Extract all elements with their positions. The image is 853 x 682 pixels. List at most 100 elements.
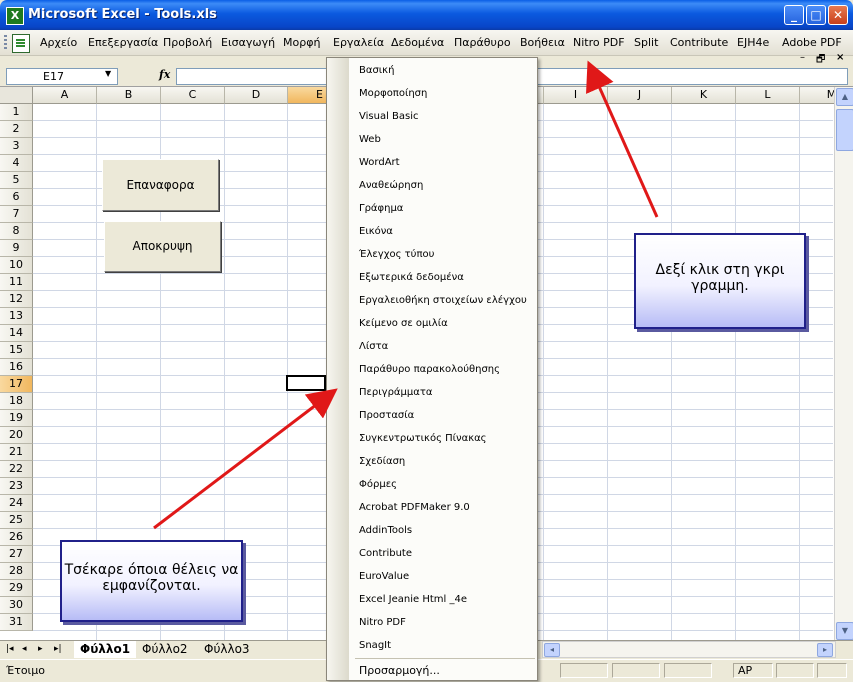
row-header-5[interactable]: 5 <box>0 172 33 189</box>
toolbar-menu-item[interactable]: AddinTools <box>359 525 412 536</box>
close-button[interactable]: ✕ <box>828 5 848 25</box>
row-header-23[interactable]: 23 <box>0 478 33 495</box>
scroll-down-icon[interactable]: ▼ <box>836 622 853 640</box>
row-header-16[interactable]: 16 <box>0 359 33 376</box>
row-header-1[interactable]: 1 <box>0 104 33 121</box>
toolbar-menu-item[interactable]: Έλεγχος τύπου <box>359 249 434 260</box>
row-header-17[interactable]: 17 <box>0 376 33 393</box>
doc-minimize-button[interactable]: – <box>800 52 805 63</box>
toolbar-menu-item[interactable]: WordArt <box>359 157 400 168</box>
row-header-27[interactable]: 27 <box>0 546 33 563</box>
menu-view[interactable]: Προβολή <box>163 36 212 49</box>
toolbar-menu-item[interactable]: Εργαλειοθήκη στοιχείων ελέγχου <box>359 295 527 306</box>
row-header-2[interactable]: 2 <box>0 121 33 138</box>
name-box[interactable]: E17 ▼ <box>6 68 118 85</box>
toolbar-menu-item[interactable]: Visual Basic <box>359 111 419 122</box>
column-header-k[interactable]: K <box>672 87 736 104</box>
menu-contribute[interactable]: Contribute <box>670 36 728 49</box>
menu-split[interactable]: Split <box>634 36 658 49</box>
column-header-m[interactable]: M <box>800 87 834 104</box>
row-header-12[interactable]: 12 <box>0 291 33 308</box>
menu-nitro-pdf[interactable]: Nitro PDF <box>573 36 625 49</box>
row-header-3[interactable]: 3 <box>0 138 33 155</box>
toolbar-menu-item[interactable]: Λίστα <box>359 341 388 352</box>
toolbar-menu-item[interactable]: Excel Jeanie Html _4e <box>359 594 467 605</box>
sheet-tab-2[interactable]: Φύλλο2 <box>142 641 188 658</box>
scroll-thumb[interactable] <box>836 109 853 151</box>
row-header-15[interactable]: 15 <box>0 342 33 359</box>
minimize-button[interactable]: _ <box>784 5 804 25</box>
row-header-22[interactable]: 22 <box>0 461 33 478</box>
menu-insert[interactable]: Εισαγωγή <box>221 36 275 49</box>
workbook-icon[interactable] <box>12 34 30 53</box>
row-header-26[interactable]: 26 <box>0 529 33 546</box>
column-header-j[interactable]: J <box>608 87 672 104</box>
row-header-21[interactable]: 21 <box>0 444 33 461</box>
next-sheet-button[interactable]: ▸ <box>38 644 43 654</box>
sheet-tab-3[interactable]: Φύλλο3 <box>204 641 250 658</box>
toolbar-menu-item[interactable]: Φόρμες <box>359 479 397 490</box>
chevron-down-icon[interactable]: ▼ <box>105 69 111 78</box>
selected-cell-e17[interactable] <box>286 375 326 391</box>
row-header-7[interactable]: 7 <box>0 206 33 223</box>
row-header-29[interactable]: 29 <box>0 580 33 597</box>
function-icon[interactable]: fx <box>159 68 170 81</box>
column-header-a[interactable]: A <box>33 87 97 104</box>
toolbar-menu-item[interactable]: Παράθυρο παρακολούθησης <box>359 364 500 375</box>
row-header-11[interactable]: 11 <box>0 274 33 291</box>
menu-tools[interactable]: Εργαλεία <box>333 36 384 49</box>
toolbar-menu-item[interactable]: Εικόνα <box>359 226 393 237</box>
menu-help[interactable]: Βοήθεια <box>520 36 565 49</box>
row-header-20[interactable]: 20 <box>0 427 33 444</box>
toolbar-menu-item[interactable]: Κείμενο σε ομιλία <box>359 318 448 329</box>
menu-window[interactable]: Παράθυρο <box>454 36 511 49</box>
horizontal-scrollbar[interactable]: ◂ ▸ <box>542 641 836 658</box>
toolbar-menu-item[interactable]: Βασική <box>359 65 394 76</box>
row-header-30[interactable]: 30 <box>0 597 33 614</box>
toolbar-menu-item[interactable]: Μορφοποίηση <box>359 88 427 99</box>
maximize-button[interactable]: □ <box>806 5 826 25</box>
row-header-13[interactable]: 13 <box>0 308 33 325</box>
row-header-9[interactable]: 9 <box>0 240 33 257</box>
doc-close-button[interactable]: × <box>836 52 844 63</box>
column-header-l[interactable]: L <box>736 87 800 104</box>
toolbar-menu-item[interactable]: Σχεδίαση <box>359 456 405 467</box>
toolbar-menu-item[interactable]: Συγκεντρωτικός Πίνακας <box>359 433 487 444</box>
row-header-6[interactable]: 6 <box>0 189 33 206</box>
menu-data[interactable]: Δεδομένα <box>391 36 444 49</box>
row-header-10[interactable]: 10 <box>0 257 33 274</box>
toolbar-menu-item[interactable]: Nitro PDF <box>359 617 406 628</box>
menu-ejh4e[interactable]: EJH4e <box>737 36 769 49</box>
scroll-left-icon[interactable]: ◂ <box>544 643 560 657</box>
first-sheet-button[interactable]: |◂ <box>6 644 14 654</box>
scroll-right-icon[interactable]: ▸ <box>817 643 833 657</box>
row-header-4[interactable]: 4 <box>0 155 33 172</box>
row-header-18[interactable]: 18 <box>0 393 33 410</box>
column-header-d[interactable]: D <box>225 87 288 104</box>
menu-edit[interactable]: Επεξεργασία <box>88 36 158 49</box>
scroll-up-icon[interactable]: ▲ <box>836 88 853 106</box>
row-header-14[interactable]: 14 <box>0 325 33 342</box>
reset-button[interactable]: Επαναφορα <box>102 159 219 211</box>
toolbar-menu-item[interactable]: Περιγράμματα <box>359 387 432 398</box>
prev-sheet-button[interactable]: ◂ <box>22 644 27 654</box>
row-header-19[interactable]: 19 <box>0 410 33 427</box>
excel-app-icon[interactable]: X <box>6 7 24 25</box>
menu-grip-handle[interactable] <box>4 35 7 51</box>
column-header-i[interactable]: I <box>544 87 608 104</box>
last-sheet-button[interactable]: ▸| <box>54 644 62 654</box>
toolbar-menu-item[interactable]: Acrobat PDFMaker 9.0 <box>359 502 470 513</box>
menu-adobe-pdf[interactable]: Adobe PDF <box>782 36 842 49</box>
row-header-8[interactable]: 8 <box>0 223 33 240</box>
sheet-tab-1[interactable]: Φύλλο1 <box>74 641 137 658</box>
row-header-24[interactable]: 24 <box>0 495 33 512</box>
toolbar-menu-item[interactable]: Web <box>359 134 381 145</box>
toolbar-menu-item[interactable]: SnagIt <box>359 640 391 651</box>
select-all-corner[interactable] <box>0 87 33 104</box>
vertical-scrollbar[interactable]: ▲ ▼ <box>834 87 853 640</box>
menu-format[interactable]: Μορφή <box>283 36 320 49</box>
toolbar-menu-item[interactable]: Εξωτερικά δεδομένα <box>359 272 464 283</box>
toolbar-menu-item[interactable]: Αναθεώρηση <box>359 180 423 191</box>
column-header-b[interactable]: B <box>97 87 161 104</box>
toolbar-menu-item[interactable]: Προστασία <box>359 410 414 421</box>
